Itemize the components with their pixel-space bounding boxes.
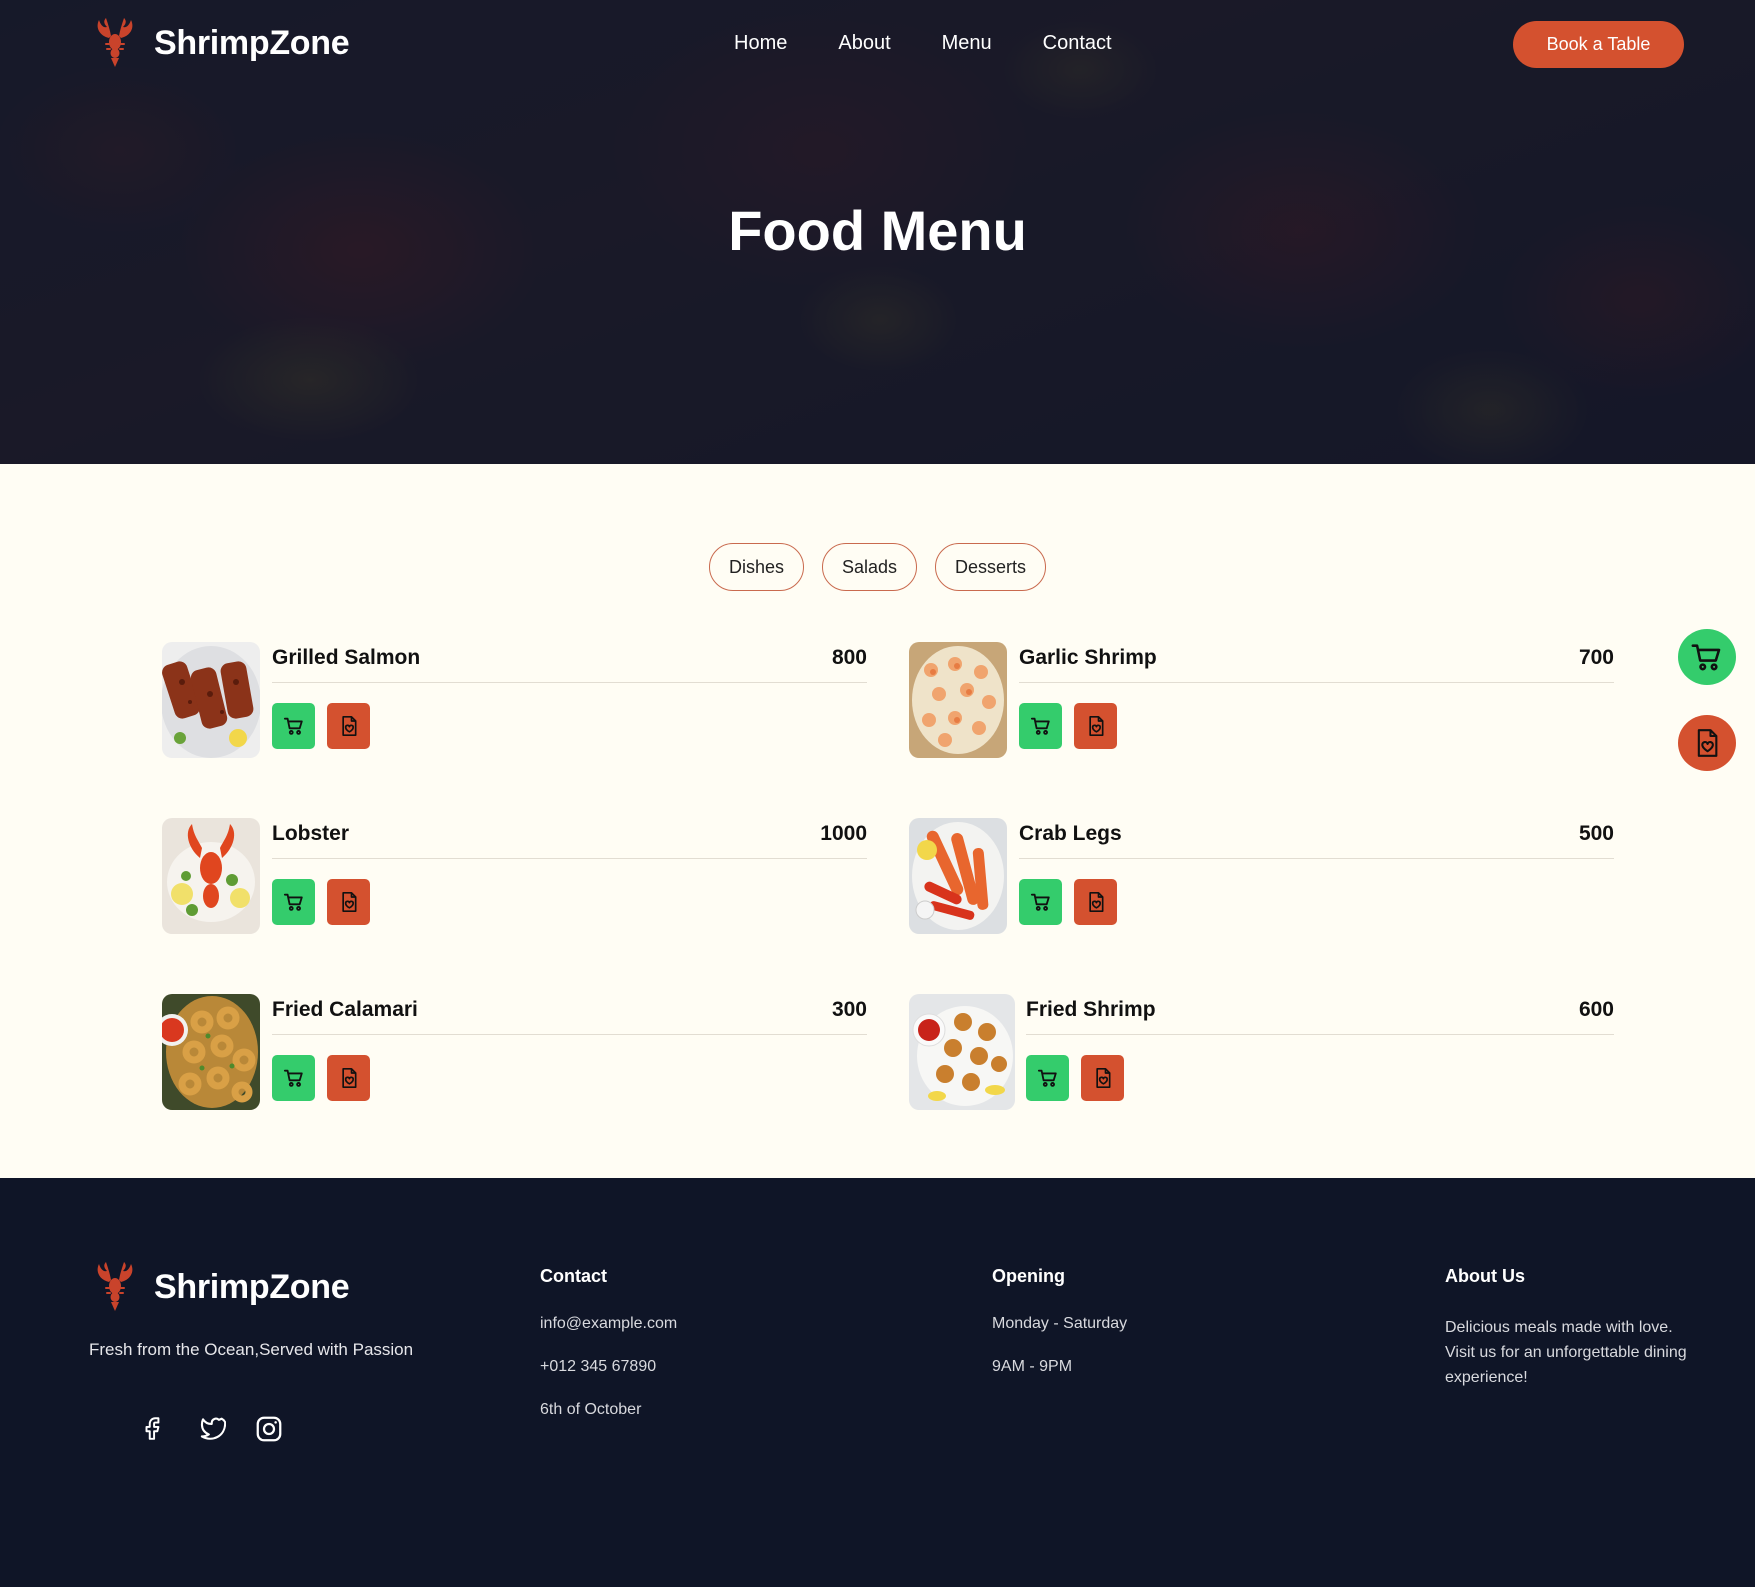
menu-category-tabs: Dishes Salads Desserts: [0, 543, 1755, 591]
footer-opening-title: Opening: [992, 1266, 1065, 1286]
social-links: [140, 1414, 284, 1449]
item-name: Grilled Salmon: [272, 646, 421, 669]
item-price: 800: [831, 646, 867, 669]
food-image-fried-calamari: [162, 994, 260, 1110]
footer-brand-name: ShrimpZone: [154, 1267, 350, 1306]
menu-item: Lobster 1000: [162, 818, 867, 938]
add-to-cart-button[interactable]: [1019, 703, 1062, 749]
divider: [1019, 858, 1614, 859]
site-footer: ShrimpZone Fresh from the Ocean,Served w…: [0, 1178, 1755, 1587]
facebook-icon[interactable]: [140, 1414, 166, 1449]
cart-icon: [1037, 1069, 1057, 1087]
tab-salads[interactable]: Salads: [821, 543, 918, 591]
nav-about[interactable]: About: [838, 32, 890, 55]
add-to-wishlist-button[interactable]: [1074, 703, 1117, 749]
contact-email-link[interactable]: info@example.com: [540, 1315, 677, 1333]
wishlist-icon: [1095, 1068, 1110, 1088]
cart-icon: [283, 717, 303, 735]
footer-contact-title: Contact: [540, 1266, 607, 1286]
food-image-crab-legs: [909, 818, 1007, 934]
add-to-wishlist-button[interactable]: [1074, 879, 1117, 925]
divider: [272, 1034, 867, 1035]
add-to-cart-button[interactable]: [1026, 1055, 1069, 1101]
food-image-garlic-shrimp: [909, 642, 1007, 758]
item-name: Crab Legs: [1019, 822, 1122, 845]
add-to-cart-button[interactable]: [272, 879, 315, 925]
brand-logo[interactable]: ShrimpZone: [90, 18, 350, 68]
main-nav: Home About Menu Contact: [734, 32, 1112, 55]
opening-hours: 9AM - 9PM: [992, 1358, 1073, 1375]
menu-item: Crab Legs 500: [909, 818, 1614, 938]
divider: [272, 682, 867, 683]
menu-item: Fried Calamari 300: [162, 994, 867, 1114]
add-to-cart-button[interactable]: [272, 703, 315, 749]
contact-address: 6th of October: [540, 1401, 642, 1418]
cart-icon: [1030, 717, 1050, 735]
item-name: Fried Shrimp: [1026, 998, 1156, 1021]
item-price: 500: [1578, 822, 1614, 845]
add-to-wishlist-button[interactable]: [327, 703, 370, 749]
add-to-wishlist-button[interactable]: [1081, 1055, 1124, 1101]
contact-phone: +012 345 67890: [540, 1358, 657, 1375]
food-image-fried-shrimp: [909, 994, 1015, 1110]
wishlist-icon: [1697, 729, 1718, 757]
wishlist-icon: [341, 1068, 356, 1088]
menu-item: Fried Shrimp 600: [909, 994, 1614, 1114]
cart-icon: [283, 893, 303, 911]
cart-icon: [283, 1069, 303, 1087]
opening-days: Monday - Saturday: [992, 1315, 1128, 1332]
divider: [1026, 1034, 1614, 1035]
food-image-grilled-salmon: [162, 642, 260, 758]
floating-cart-button[interactable]: [1678, 629, 1736, 685]
lobster-logo-icon: [97, 18, 133, 67]
item-price: 600: [1578, 998, 1614, 1021]
food-image-lobster: [162, 818, 260, 934]
item-price: 1000: [820, 822, 867, 845]
cart-icon: [1030, 893, 1050, 911]
instagram-icon[interactable]: [254, 1414, 284, 1449]
page-title: Food Menu: [728, 199, 1027, 262]
floating-wishlist-button[interactable]: [1678, 715, 1736, 771]
footer-brand[interactable]: ShrimpZone: [90, 1262, 350, 1312]
divider: [1019, 682, 1614, 683]
twitter-icon[interactable]: [194, 1414, 227, 1449]
menu-item: Garlic Shrimp 700: [909, 642, 1614, 762]
tab-desserts[interactable]: Desserts: [935, 543, 1047, 591]
footer-about-text: Delicious meals made with love. Visit us…: [1445, 1319, 1687, 1386]
nav-contact[interactable]: Contact: [1043, 32, 1112, 55]
add-to-cart-button[interactable]: [1019, 879, 1062, 925]
add-to-cart-button[interactable]: [272, 1055, 315, 1101]
add-to-wishlist-button[interactable]: [327, 1055, 370, 1101]
tab-dishes[interactable]: Dishes: [708, 543, 804, 591]
nav-menu[interactable]: Menu: [942, 32, 992, 55]
lobster-logo-icon: [97, 1262, 133, 1311]
add-to-wishlist-button[interactable]: [327, 879, 370, 925]
wishlist-icon: [341, 891, 356, 912]
menu-item: Grilled Salmon 800: [162, 642, 867, 762]
item-name: Garlic Shrimp: [1019, 646, 1157, 669]
item-price: 700: [1578, 646, 1614, 669]
wishlist-icon: [341, 715, 356, 736]
brand-name: ShrimpZone: [154, 23, 350, 62]
cart-icon: [1691, 644, 1721, 671]
divider: [272, 858, 867, 859]
wishlist-icon: [1088, 715, 1103, 736]
item-price: 300: [831, 998, 867, 1021]
nav-home[interactable]: Home: [734, 32, 787, 55]
item-name: Fried Calamari: [272, 998, 418, 1021]
book-table-button[interactable]: Book a Table: [1513, 21, 1684, 68]
footer-about-title: About Us: [1445, 1266, 1525, 1286]
footer-tagline: Fresh from the Ocean,Served with Passion: [89, 1340, 414, 1359]
hero-section: ShrimpZone Home About Menu Contact Book …: [0, 0, 1755, 464]
item-name: Lobster: [272, 822, 350, 845]
wishlist-icon: [1088, 891, 1103, 912]
